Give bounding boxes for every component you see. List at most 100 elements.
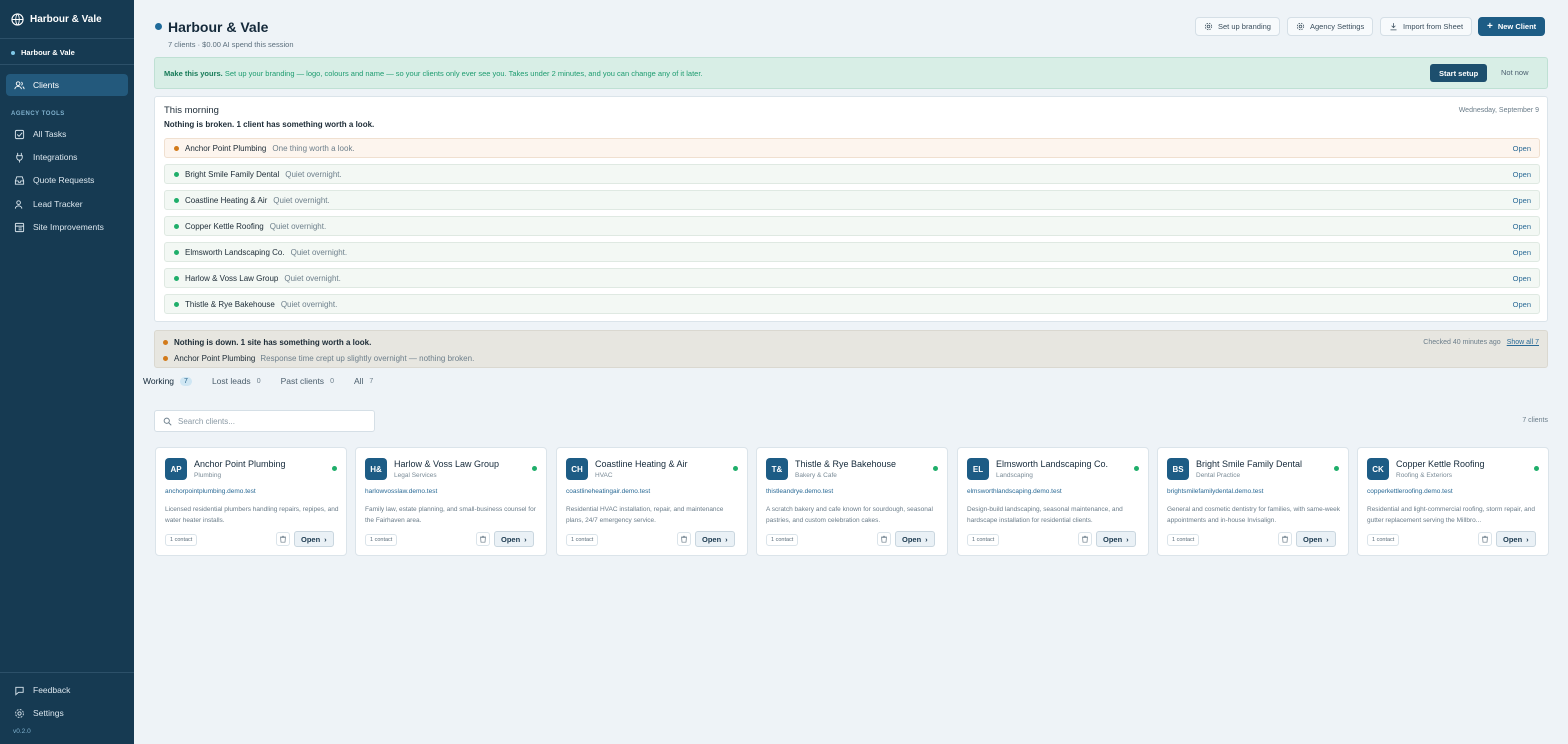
uptime-summary-row: Nothing is down. 1 site has something wo…	[163, 338, 371, 347]
morning-row[interactable]: Thistle & Rye Bakehouse Quiet overnight.…	[164, 294, 1540, 314]
open-link[interactable]: Open	[1513, 274, 1531, 283]
sidebar-item-label: Lead Tracker	[33, 199, 83, 209]
site-name: Anchor Point Plumbing	[174, 354, 256, 363]
client-description: A scratch bakery and cafe known for sour…	[766, 506, 933, 524]
delete-button[interactable]	[1078, 532, 1092, 546]
search-placeholder: Search clients...	[178, 416, 235, 426]
morning-row[interactable]: Elmsworth Landscaping Co. Quiet overnigh…	[164, 242, 1540, 262]
client-description: Licensed residential plumbers handling r…	[165, 506, 339, 524]
inbox-icon	[14, 175, 25, 185]
button-label: Open	[702, 534, 722, 544]
show-all-link[interactable]: Show all 7	[1507, 339, 1539, 346]
sidebar-item-all-tasks[interactable]: All Tasks	[6, 123, 128, 145]
client-card[interactable]: CH Coastline Heating & Air HVAC coastlin…	[556, 447, 748, 556]
tab-lost-leads[interactable]: Lost leads 0	[212, 376, 261, 386]
new-client-button[interactable]: + New Client	[1478, 17, 1546, 36]
open-link[interactable]: Open	[1513, 196, 1531, 205]
agency-settings-button[interactable]: Agency Settings	[1287, 17, 1374, 36]
open-link[interactable]: Open	[1513, 170, 1531, 179]
tab-all[interactable]: All 7	[354, 376, 373, 386]
status-dot	[1534, 466, 1539, 471]
sidebar-item-feedback[interactable]: Feedback	[6, 679, 128, 701]
client-domain[interactable]: coastlineheatingair.demo.test	[566, 488, 650, 495]
delete-button[interactable]	[677, 532, 691, 546]
import-sheet-button[interactable]: Import from Sheet	[1380, 17, 1473, 36]
morning-row[interactable]: Copper Kettle Roofing Quiet overnight. O…	[164, 216, 1540, 236]
client-domain[interactable]: harlowvosslaw.demo.test	[365, 488, 437, 495]
tab-working[interactable]: Working 7	[143, 376, 192, 386]
morning-row[interactable]: Coastline Heating & Air Quiet overnight.…	[164, 190, 1540, 210]
open-link[interactable]: Open	[1513, 144, 1531, 153]
sidebar-item-site-improvements[interactable]: Site Improvements	[6, 216, 128, 238]
delete-button[interactable]	[1278, 532, 1292, 546]
workspace-name: Harbour & Vale	[21, 48, 75, 57]
delete-button[interactable]	[1478, 532, 1492, 546]
open-link[interactable]: Open	[1513, 248, 1531, 257]
morning-row[interactable]: Harlow & Voss Law Group Quiet overnight.…	[164, 268, 1540, 288]
banner-bold: Make this yours.	[164, 69, 223, 78]
client-domain[interactable]: anchorpointplumbing.demo.test	[165, 488, 256, 495]
sidebar-item-integrations[interactable]: Integrations	[6, 146, 128, 168]
open-client-button[interactable]: Open ›	[1496, 531, 1536, 547]
open-client-button[interactable]: Open ›	[695, 531, 735, 547]
open-client-button[interactable]: Open ›	[494, 531, 534, 547]
client-card[interactable]: AP Anchor Point Plumbing Plumbing anchor…	[155, 447, 347, 556]
contact-badge: 1 contact	[566, 534, 599, 546]
open-link[interactable]: Open	[1513, 300, 1531, 309]
trash-icon	[480, 535, 486, 543]
client-description: Family law, estate planning, and small-b…	[365, 506, 536, 524]
start-setup-button[interactable]: Start setup	[1430, 64, 1488, 82]
delete-button[interactable]	[276, 532, 290, 546]
open-client-button[interactable]: Open ›	[294, 531, 334, 547]
client-card[interactable]: H& Harlow & Voss Law Group Legal Service…	[355, 447, 547, 556]
tab-count: 0	[330, 377, 334, 385]
client-card[interactable]: EL Elmsworth Landscaping Co. Landscaping…	[957, 447, 1149, 556]
sidebar-brand[interactable]: Harbour & Vale	[11, 13, 102, 26]
ok-dot	[174, 249, 179, 255]
open-client-button[interactable]: Open ›	[1096, 531, 1136, 547]
ok-dot	[174, 197, 179, 203]
site-note: Response time crept up slightly overnigh…	[260, 354, 475, 363]
sidebar-item-quote-requests[interactable]: Quote Requests	[6, 169, 128, 191]
client-domain[interactable]: copperkettleroofing.demo.test	[1367, 488, 1453, 495]
uptime-site-row: Anchor Point Plumbing Response time crep…	[163, 354, 474, 363]
client-domain[interactable]: brightsmilefamilydental.demo.test	[1167, 488, 1263, 495]
open-client-button[interactable]: Open ›	[1296, 531, 1336, 547]
client-domain[interactable]: elmsworthlandscaping.demo.test	[967, 488, 1062, 495]
not-now-button[interactable]: Not now	[1501, 68, 1529, 77]
sidebar-item-label: Quote Requests	[33, 175, 95, 185]
sidebar-item-lead-tracker[interactable]: Lead Tracker	[6, 193, 128, 215]
open-link[interactable]: Open	[1513, 222, 1531, 231]
sidebar-item-label: Settings	[33, 708, 64, 718]
sidebar-item-clients[interactable]: Clients	[6, 74, 128, 96]
download-icon	[1390, 23, 1397, 31]
workspace-switcher[interactable]: Harbour & Vale	[11, 48, 75, 57]
ok-dot	[174, 275, 179, 281]
client-industry: HVAC	[595, 472, 613, 479]
delete-button[interactable]	[877, 532, 891, 546]
page-subtitle: 7 clients · $0.00 AI spend this session	[168, 40, 294, 49]
setup-branding-button[interactable]: Set up branding	[1195, 17, 1280, 36]
button-label: Open	[1103, 534, 1123, 544]
morning-row[interactable]: Bright Smile Family Dental Quiet overnig…	[164, 164, 1540, 184]
page-title: Harbour & Vale	[168, 19, 269, 35]
version-label: v0.2.0	[13, 728, 31, 735]
client-card[interactable]: BS Bright Smile Family Dental Dental Pra…	[1157, 447, 1349, 556]
morning-row[interactable]: Anchor Point Plumbing One thing worth a …	[164, 138, 1540, 158]
client-domain[interactable]: thistleandrye.demo.test	[766, 488, 833, 495]
delete-button[interactable]	[476, 532, 490, 546]
sidebar-section-label: AGENCY TOOLS	[11, 111, 65, 117]
sidebar-item-settings[interactable]: Settings	[6, 702, 128, 724]
search-input[interactable]: Search clients...	[154, 410, 375, 432]
tab-past-clients[interactable]: Past clients 0	[281, 376, 334, 386]
status-dot	[1134, 466, 1139, 471]
trash-icon	[681, 535, 687, 543]
checked-time: Checked 40 minutes ago	[1423, 339, 1501, 346]
client-card[interactable]: CK Copper Kettle Roofing Roofing & Exter…	[1357, 447, 1549, 556]
client-card[interactable]: T& Thistle & Rye Bakehouse Bakery & Cafe…	[756, 447, 948, 556]
sidebar-item-label: Feedback	[33, 685, 71, 695]
client-name: Harlow & Voss Law Group	[185, 273, 279, 283]
gear-icon	[15, 708, 24, 718]
contact-badge: 1 contact	[967, 534, 1000, 546]
open-client-button[interactable]: Open ›	[895, 531, 935, 547]
